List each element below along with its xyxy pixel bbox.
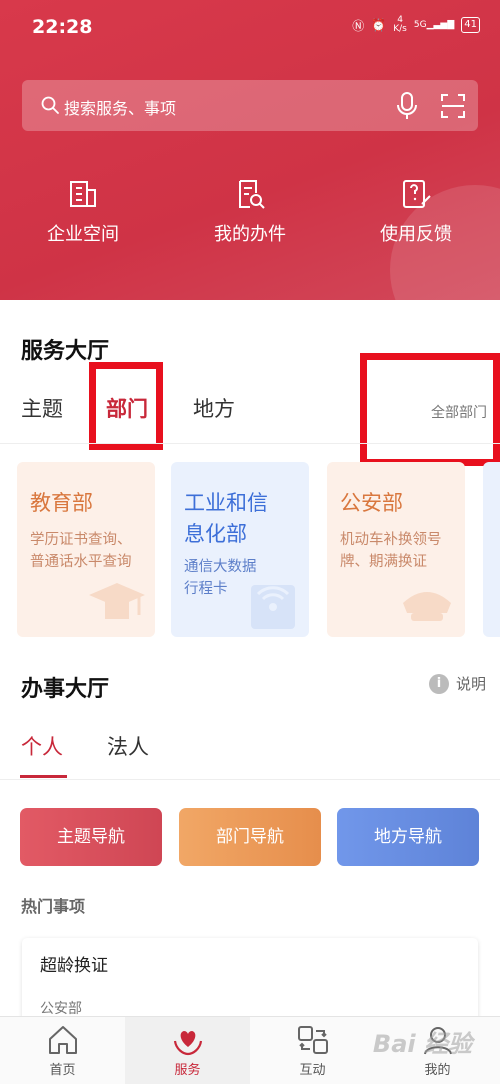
battery-icon: 41 bbox=[461, 17, 480, 33]
scan-icon[interactable] bbox=[440, 93, 466, 119]
office-hall-title: 办事大厅 bbox=[21, 677, 110, 702]
nav-home[interactable]: 首页 bbox=[0, 1017, 125, 1084]
shortcut-label: 我的办件 bbox=[214, 224, 286, 245]
service-hall-title: 服务大厅 bbox=[21, 339, 110, 364]
nfc-icon: Ⓝ bbox=[352, 18, 365, 33]
net-speed: 4 K/s bbox=[393, 15, 407, 34]
dept-name: 教育部 bbox=[30, 491, 93, 515]
swap-icon bbox=[297, 1026, 328, 1054]
header-banner: 22:28 Ⓝ ⏰ 4 K/s 5G▁▃▅▇ 41 搜索服务、事项 企业空间 我的… bbox=[0, 0, 500, 300]
shortcut-enterprise-space[interactable]: 企业空间 bbox=[13, 178, 153, 246]
search-icon bbox=[41, 96, 59, 114]
alarm-icon: ⏰ bbox=[371, 18, 387, 32]
graduation-cap-icon bbox=[89, 583, 145, 619]
nav-label: 我的 bbox=[424, 1063, 451, 1078]
hot-item-department: 公安部 bbox=[40, 1001, 82, 1017]
dept-name: 公安部 bbox=[340, 491, 403, 515]
heart-hands-icon bbox=[173, 1031, 202, 1056]
hot-items-title: 热门事项 bbox=[21, 897, 86, 916]
status-bar: 22:28 Ⓝ ⏰ 4 K/s 5G▁▃▅▇ 41 bbox=[0, 0, 500, 58]
region-navigation-button[interactable]: 地方导航 bbox=[337, 808, 479, 866]
feedback-icon bbox=[403, 180, 431, 208]
tab-region[interactable]: 地方 bbox=[193, 393, 235, 423]
search-bar[interactable]: 搜索服务、事项 bbox=[22, 80, 478, 131]
dept-card-public-security[interactable]: 公安部 机动车补换领号 牌、期满换证 bbox=[327, 462, 465, 637]
building-icon bbox=[70, 181, 96, 207]
tab-legal-person[interactable]: 法人 bbox=[107, 731, 149, 761]
signal-tower-icon bbox=[251, 585, 295, 629]
divider bbox=[0, 443, 500, 444]
hot-item-card[interactable]: 超龄换证 公安部 bbox=[22, 938, 478, 1028]
hot-item-title: 超龄换证 bbox=[40, 956, 108, 976]
police-cap-icon bbox=[403, 592, 451, 621]
signal-icon: 5G▁▃▅▇ bbox=[413, 20, 455, 30]
search-input[interactable]: 搜索服务、事项 bbox=[64, 95, 176, 119]
microphone-icon[interactable] bbox=[396, 92, 418, 120]
nav-interaction[interactable]: 互动 bbox=[250, 1017, 375, 1084]
dept-card-miit[interactable]: 工业和信 息化部 通信大数据 行程卡 bbox=[171, 462, 309, 637]
tab-theme[interactable]: 主题 bbox=[21, 393, 63, 423]
nav-label: 互动 bbox=[299, 1063, 326, 1078]
home-icon bbox=[48, 1026, 77, 1054]
highlight-box-all-departments bbox=[360, 353, 500, 466]
nav-label: 服务 bbox=[174, 1063, 201, 1078]
theme-navigation-button[interactable]: 主题导航 bbox=[20, 808, 162, 866]
nav-label: 首页 bbox=[49, 1063, 76, 1078]
dept-card-education[interactable]: 教育部 学历证书查询、 普通话水平查询 bbox=[17, 462, 155, 637]
baidu-watermark: Bai 经验 bbox=[372, 1030, 472, 1058]
tab-individual[interactable]: 个人 bbox=[21, 731, 63, 761]
dept-name: 工业和信 息化部 bbox=[184, 491, 268, 546]
divider bbox=[0, 779, 500, 780]
info-label: 说明 bbox=[455, 675, 486, 693]
dept-desc: 机动车补换领号 牌、期满换证 bbox=[340, 532, 442, 570]
status-time: 22:28 bbox=[32, 16, 93, 38]
status-icons: Ⓝ ⏰ 4 K/s 5G▁▃▅▇ 41 bbox=[352, 16, 480, 34]
info-icon: i bbox=[428, 673, 449, 694]
nav-service[interactable]: 服务 bbox=[125, 1017, 250, 1084]
active-tab-indicator bbox=[20, 775, 67, 778]
info-button[interactable]: i 说明 bbox=[428, 673, 486, 694]
highlight-box-department-tab bbox=[89, 362, 163, 450]
document-search-icon bbox=[239, 180, 265, 209]
shortcut-my-cases[interactable]: 我的办件 bbox=[180, 178, 320, 246]
shortcut-label: 企业空间 bbox=[47, 224, 119, 245]
department-navigation-button[interactable]: 部门导航 bbox=[179, 808, 321, 866]
shortcut-feedback[interactable]: 使用反馈 bbox=[346, 178, 486, 246]
dept-desc: 学历证书查询、 普通话水平查询 bbox=[30, 532, 132, 570]
shortcut-label: 使用反馈 bbox=[380, 224, 452, 245]
dept-card-partial[interactable] bbox=[483, 462, 500, 637]
